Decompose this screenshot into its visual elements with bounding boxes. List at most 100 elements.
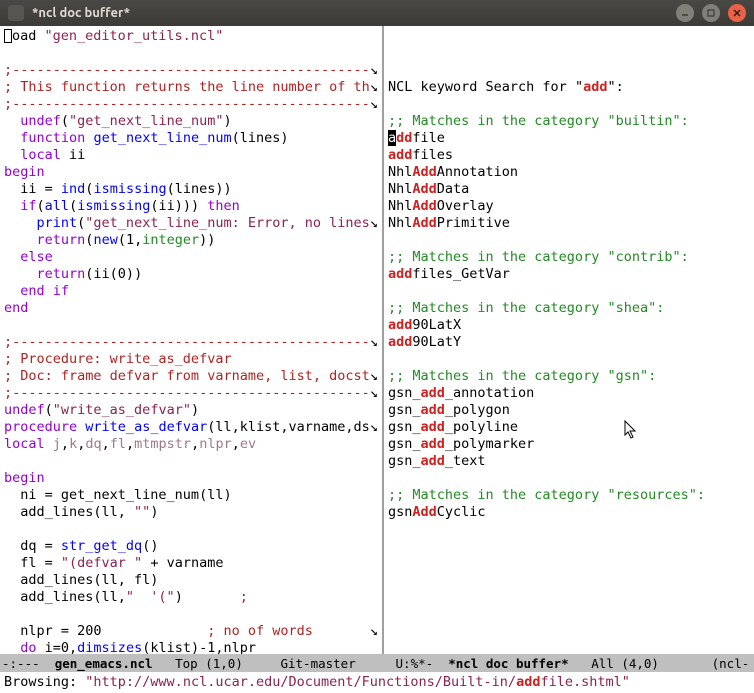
code-line: undef("get_next_line_num"): [4, 113, 378, 130]
code-line: ii = ind(ismissing(lines)): [4, 181, 378, 198]
line-wrap-icon: ↘: [370, 62, 378, 79]
code-line: local ii: [4, 147, 378, 164]
code-line: ;---------------------------------------…: [4, 96, 378, 113]
search-highlight: add: [583, 79, 607, 95]
code-line: NhlAddOverlay: [388, 198, 750, 215]
code-line: NCL keyword Search for "add":: [388, 79, 750, 96]
code-line: local j,k,dq,fl,mtmpstr,nlpr,ev: [4, 436, 378, 453]
modeline-right-rest: All (4,0) (ncl-: [569, 655, 750, 672]
function-name: ismissing: [93, 181, 166, 197]
right-doc-pane[interactable]: NCL keyword Search for "add": ;; Matches…: [384, 26, 754, 654]
line-wrap-icon: ↘: [370, 96, 378, 113]
plain-text: add_lines(ll,: [4, 504, 134, 520]
function-name: str_get_dq: [61, 538, 142, 554]
plain-text: gsn_: [388, 436, 421, 452]
minibuffer-url-hl: add: [516, 674, 540, 691]
search-highlight: Add: [412, 215, 436, 231]
window-title: *ncl doc buffer*: [32, 5, 676, 22]
text-cursor: [4, 29, 12, 43]
plain-text: ): [191, 402, 199, 418]
modeline-left-prefix: -:---: [2, 655, 55, 672]
search-highlight: dd: [396, 130, 412, 146]
variable-name: fl: [110, 436, 126, 452]
plain-text: ,: [102, 436, 110, 452]
code-line: ; This function returns the line number …: [4, 79, 378, 96]
plain-text: oad: [12, 28, 45, 44]
plain-text: _polygon: [445, 402, 510, 418]
code-line: addfile: [388, 130, 750, 147]
plain-text: Nhl: [388, 164, 412, 180]
plain-text: ): [223, 113, 231, 129]
left-code-pane[interactable]: oad "gen_editor_utils.ncl" ;------------…: [0, 26, 384, 654]
plain-text: (: [45, 402, 53, 418]
plain-text: gsn_: [388, 385, 421, 401]
string-literal: "write_as_defvar": [53, 402, 191, 418]
code-line: dq = str_get_dq(): [4, 538, 378, 555]
modeline-right-prefix: U:%*-: [388, 655, 448, 672]
keyword: undef: [20, 113, 61, 129]
modeline-right-bufname: *ncl doc buffer*: [448, 655, 568, 672]
keyword: return: [37, 266, 86, 282]
plain-text: ,: [126, 436, 134, 452]
code-line: undef("write_as_defvar"): [4, 402, 378, 419]
code-line: [388, 96, 750, 113]
code-line: gsn_add_polyline: [388, 419, 750, 436]
code-line: return(new(1,integer)): [4, 232, 378, 249]
function-name: print: [37, 215, 78, 231]
plain-text: 90LatX: [412, 317, 461, 333]
string-literal: " '(": [126, 589, 175, 605]
match-header: ;; Matches in the category "resources":: [388, 487, 705, 503]
code-line: if(all(ismissing(ii))) then: [4, 198, 378, 215]
modeline-left-rest: Top (1,0) Git-master: [153, 655, 356, 672]
line-wrap-icon: ↘: [370, 368, 378, 385]
variable-name: dq: [85, 436, 101, 452]
plain-text: [4, 249, 20, 265]
comment: ; This function returns the line number …: [4, 79, 370, 95]
function-name: all: [45, 198, 69, 214]
minibuffer-url-post: file.shtml": [540, 674, 629, 691]
minibuffer[interactable]: Browsing: "http://www.ncl.ucar.edu/Docum…: [0, 672, 754, 693]
code-line: gsn_add_annotation: [388, 385, 750, 402]
code-line: add_lines(ll, ""): [4, 504, 378, 521]
line-wrap-icon: ↘: [370, 623, 378, 640]
string-literal: "get_next_line_num": [69, 113, 223, 129]
match-header: ;; Matches in the category "gsn":: [388, 368, 656, 384]
plain-text: gsn_: [388, 402, 421, 418]
plain-text: ii: [61, 147, 85, 163]
minibuffer-label: Browsing:: [4, 674, 85, 691]
plain-text: Primitive: [437, 215, 510, 231]
plain-text: Nhl: [388, 198, 412, 214]
plain-text: ":: [607, 79, 623, 95]
plain-text: )): [199, 232, 215, 248]
code-line: function get_next_line_num(lines): [4, 130, 378, 147]
comment: ; Doc: frame defvar from varname, list, …: [4, 368, 370, 384]
minimize-button[interactable]: [676, 4, 694, 22]
plain-text: ,: [61, 436, 69, 452]
search-highlight: add: [388, 334, 412, 350]
search-highlight: add: [421, 436, 445, 452]
variable-name: k: [69, 436, 77, 452]
plain-text: _polymarker: [445, 436, 534, 452]
plain-text: [4, 130, 20, 146]
keyword: procedure: [4, 419, 77, 435]
keyword: if: [20, 198, 36, 214]
line-wrap-icon: ↘: [370, 419, 378, 436]
keyword: undef: [4, 402, 45, 418]
plain-text: [4, 283, 20, 299]
maximize-button[interactable]: [702, 4, 720, 22]
keyword: end if: [20, 283, 69, 299]
code-line: addfiles: [388, 147, 750, 164]
modeline-left: -:--- gen_emacs.ncl Top (1,0) Git-master: [2, 655, 386, 672]
code-line: [4, 606, 378, 623]
window-controls: [676, 4, 746, 22]
code-line: [388, 232, 750, 249]
plain-text: [45, 436, 53, 452]
plain-text: [4, 266, 37, 282]
code-line: [388, 470, 750, 487]
plain-text: + varname: [142, 555, 223, 571]
code-line: print("get_next_line_num: Error, no line…: [4, 215, 378, 232]
code-line: ; Doc: frame defvar from varname, list, …: [4, 368, 378, 385]
plain-text: ni = get_next_line_num(ll): [4, 487, 232, 503]
code-line: ;; Matches in the category "gsn":: [388, 368, 750, 385]
close-button[interactable]: [728, 4, 746, 22]
